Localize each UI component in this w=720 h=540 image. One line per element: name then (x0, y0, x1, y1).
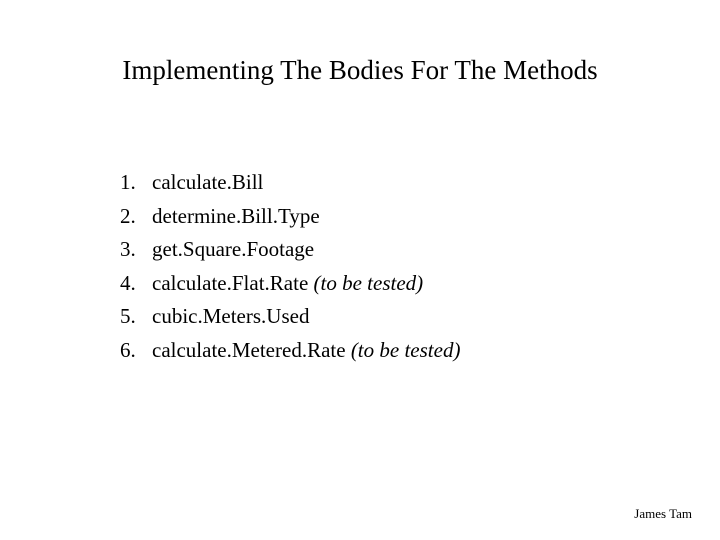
item-number: 2. (120, 200, 152, 234)
list-item: 1. calculate.Bill (120, 166, 660, 200)
item-number: 6. (120, 334, 152, 368)
list-item: 2. determine.Bill.Type (120, 200, 660, 234)
item-number: 5. (120, 300, 152, 334)
item-number: 1. (120, 166, 152, 200)
list-item: 6. calculate.Metered.Rate (to be tested) (120, 334, 660, 368)
list-item: 3. get.Square.Footage (120, 233, 660, 267)
item-text: determine.Bill.Type (152, 200, 320, 234)
item-note: (to be tested) (351, 338, 461, 362)
list-item: 5. cubic.Meters.Used (120, 300, 660, 334)
item-note: (to be tested) (314, 271, 424, 295)
item-text: get.Square.Footage (152, 233, 314, 267)
item-text: calculate.Flat.Rate (to be tested) (152, 267, 423, 301)
slide: Implementing The Bodies For The Methods … (0, 0, 720, 540)
item-text: calculate.Metered.Rate (to be tested) (152, 334, 460, 368)
slide-title: Implementing The Bodies For The Methods (100, 55, 620, 86)
item-number: 3. (120, 233, 152, 267)
item-number: 4. (120, 267, 152, 301)
list-item: 4. calculate.Flat.Rate (to be tested) (120, 267, 660, 301)
author-footer: James Tam (634, 506, 692, 522)
method-list: 1. calculate.Bill 2. determine.Bill.Type… (60, 166, 660, 368)
item-text: calculate.Bill (152, 166, 263, 200)
item-text: cubic.Meters.Used (152, 300, 309, 334)
